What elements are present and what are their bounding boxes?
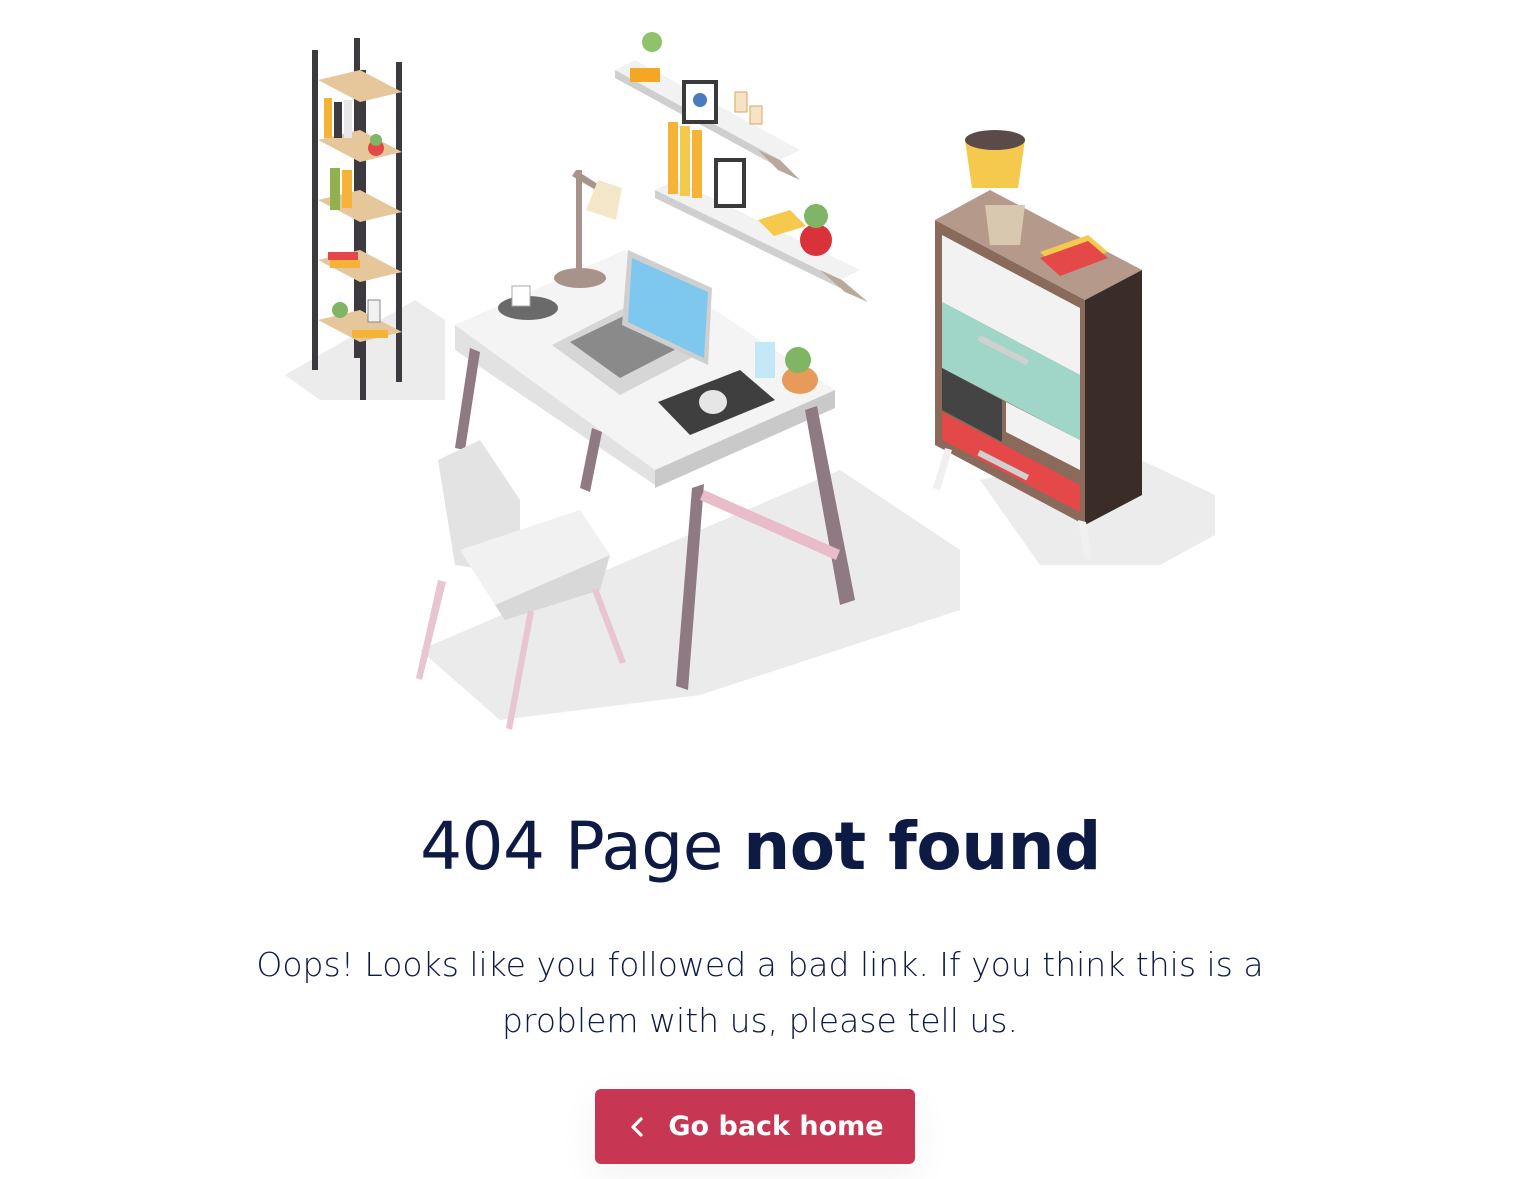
chevron-left-icon: [626, 1115, 650, 1139]
page-title: 404 Page not found: [0, 805, 1521, 889]
title-emphasis: not found: [743, 808, 1101, 885]
go-back-home-button[interactable]: Go back home: [595, 1089, 915, 1164]
office-illustration: [280, 30, 1220, 740]
title-prefix: 404 Page: [420, 808, 744, 885]
dresser: [933, 130, 1142, 560]
error-message: Oops! Looks like you followed a bad link…: [256, 945, 1264, 1040]
go-back-home-label: Go back home: [668, 1111, 884, 1142]
